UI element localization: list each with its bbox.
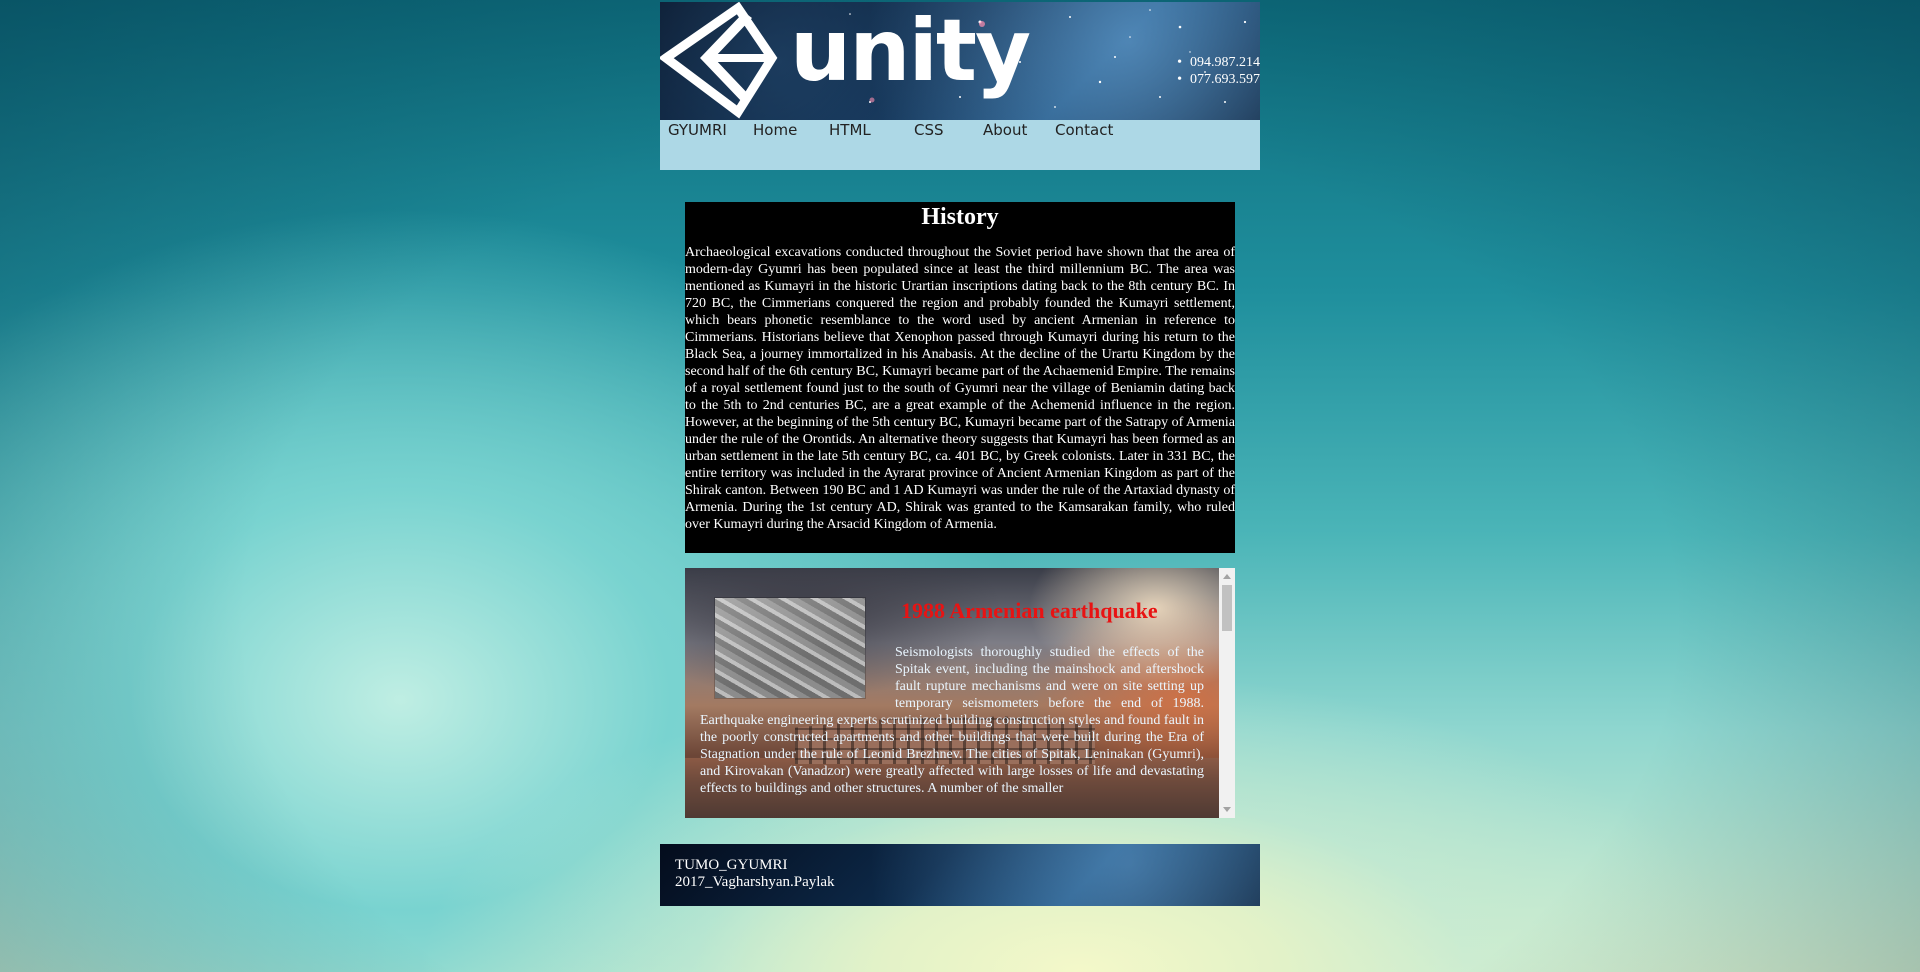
scroll-up-arrow-icon[interactable] [1223,574,1231,579]
earthquake-title: 1988 Armenian earthquake [901,598,1158,623]
history-text: Archaeological excavations conducted thr… [685,245,1235,532]
nav-link-about[interactable]: About [983,121,1027,139]
footer: TUMO_GYUMRI 2017_Vagharshyan.Paylak [660,844,1260,906]
nav-link-css[interactable]: CSS [914,121,944,139]
unity-logo-icon [660,2,778,119]
nav-link-home[interactable]: Home [753,121,797,139]
earthquake-scrollbar[interactable] [1219,568,1235,818]
scroll-down-arrow-icon[interactable] [1223,807,1231,812]
earthquake-text-block: Seismologists thoroughly studied the eff… [700,644,1204,797]
earthquake-background-image: 1988 Armenian earthquake Seismologists t… [685,568,1219,818]
main-nav: GYUMRI Home HTML CSS About Contact [660,120,1260,170]
footer-text: TUMO_GYUMRI 2017_Vagharshyan.Paylak [675,857,835,891]
nav-link-html[interactable]: HTML [829,121,871,139]
phone-list: 094.987.214 077.693.597 [1177,54,1260,88]
nav-link-contact[interactable]: Contact [1055,121,1113,139]
footer-line-2: 2017_Vagharshyan.Paylak [675,874,835,890]
phone-number: 094.987.214 [1177,54,1260,71]
history-title: History [921,204,999,230]
scroll-thumb[interactable] [1222,585,1232,631]
history-section: History Archaeological excavations condu… [685,202,1235,553]
footer-line-1: TUMO_GYUMRI [675,857,788,873]
nav-link-gyumri[interactable]: GYUMRI [668,121,727,139]
earthquake-section: 1988 Armenian earthquake Seismologists t… [685,568,1235,818]
text-wrap-spacer [700,644,895,712]
logo-text: unity [790,2,1031,101]
header-banner: unity 094.987.214 077.693.597 [660,2,1260,120]
phone-number: 077.693.597 [1177,71,1260,88]
page-container: unity 094.987.214 077.693.597 GYUMRI Hom… [660,2,1260,906]
